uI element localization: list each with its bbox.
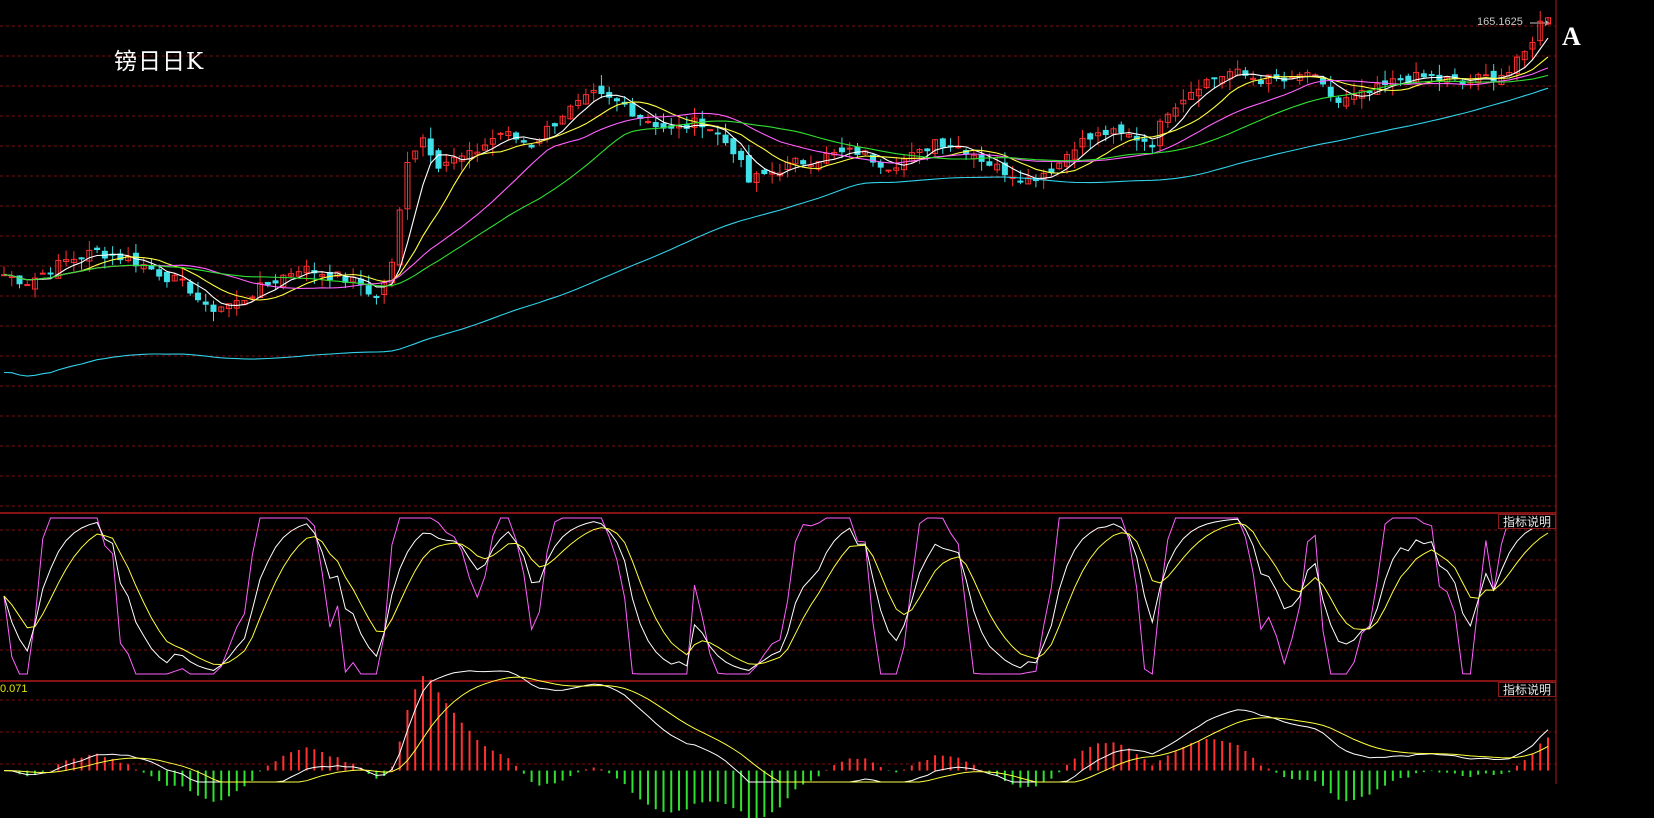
- macd-indicator: [3, 670, 1549, 818]
- panel-borders: [0, 0, 1557, 784]
- candle-body: [78, 257, 85, 260]
- candle-body: [1048, 168, 1055, 173]
- candle-body: [1420, 73, 1427, 78]
- moving-average-lines: [3, 37, 1549, 377]
- candle-body: [1211, 77, 1218, 80]
- candle-body: [1118, 124, 1125, 133]
- candle-body: [156, 269, 163, 277]
- candle-body: [551, 123, 558, 127]
- ma20-line: [3, 67, 1549, 290]
- candle-body: [877, 161, 884, 168]
- candle-body: [1087, 133, 1094, 140]
- macd-value-label: 0.071: [0, 683, 28, 695]
- candle-body: [202, 301, 209, 305]
- candle-body: [939, 138, 946, 148]
- candle-body: [520, 140, 527, 143]
- ma5-line: [3, 37, 1549, 306]
- kdj-k-line: [3, 518, 1549, 671]
- candle-body: [745, 155, 752, 183]
- kdj-indicator: [3, 517, 1549, 675]
- candle-body: [885, 169, 892, 172]
- grid-lines: [0, 25, 1556, 765]
- candle-body: [1335, 97, 1342, 103]
- candle-body: [1017, 180, 1024, 183]
- candle-body: [846, 147, 853, 150]
- candle-body: [264, 281, 271, 286]
- candle-body: [1141, 138, 1148, 142]
- candle-body: [652, 122, 659, 128]
- candle-body: [613, 98, 620, 102]
- kdj-j-line: [3, 517, 1548, 675]
- candle-body: [629, 103, 636, 117]
- candle-body: [163, 271, 170, 283]
- candle-body: [187, 281, 194, 294]
- candle-body: [179, 278, 186, 281]
- candle-body: [761, 169, 768, 175]
- candle-body: [1257, 80, 1264, 85]
- candle-body: [924, 148, 931, 152]
- candle-body: [528, 144, 535, 148]
- ma60-line: [3, 87, 1549, 377]
- candle-body: [39, 272, 46, 275]
- candle-body: [1428, 74, 1435, 77]
- candle-body: [1397, 78, 1404, 81]
- candle-body: [47, 272, 54, 275]
- candle-body: [365, 285, 372, 295]
- indicator-help-button-macd[interactable]: 指标说明: [1498, 682, 1556, 697]
- candle-body: [800, 160, 807, 165]
- candle-body: [94, 247, 101, 251]
- ma10-line: [3, 56, 1549, 301]
- candle-body: [722, 134, 729, 144]
- candle-body: [24, 284, 31, 287]
- candle-body: [730, 138, 737, 155]
- ma30-line: [3, 74, 1549, 287]
- indicator-help-button-kdj[interactable]: 指标说明: [1498, 514, 1556, 529]
- candle-body: [272, 280, 279, 284]
- candle-body: [210, 304, 217, 312]
- candle-body: [1327, 86, 1334, 97]
- candle-body: [986, 161, 993, 166]
- candle-body: [148, 265, 155, 270]
- candle-body: [497, 132, 504, 135]
- candle-body: [598, 85, 605, 95]
- candle-body: [373, 295, 380, 298]
- candle-body: [714, 132, 721, 135]
- candlesticks: [1, 10, 1551, 322]
- candle-body: [194, 292, 201, 301]
- candle-body: [1102, 129, 1109, 136]
- corner-label: A: [1562, 22, 1581, 51]
- candle-body: [1366, 90, 1373, 94]
- candle-body: [707, 129, 714, 132]
- price-chart[interactable]: [0, 0, 1654, 818]
- candle-body: [435, 150, 442, 169]
- last-price-label: 165.1625: [1477, 16, 1523, 28]
- candle-body: [854, 146, 861, 155]
- candle-body: [1482, 74, 1489, 77]
- candle-body: [427, 138, 434, 156]
- candle-body: [644, 121, 651, 124]
- candle-body: [1149, 144, 1156, 148]
- candle-body: [838, 147, 845, 153]
- macd-dif-line: [3, 670, 1549, 783]
- candle-body: [738, 150, 745, 161]
- chart-title: 镑日日K: [114, 49, 205, 75]
